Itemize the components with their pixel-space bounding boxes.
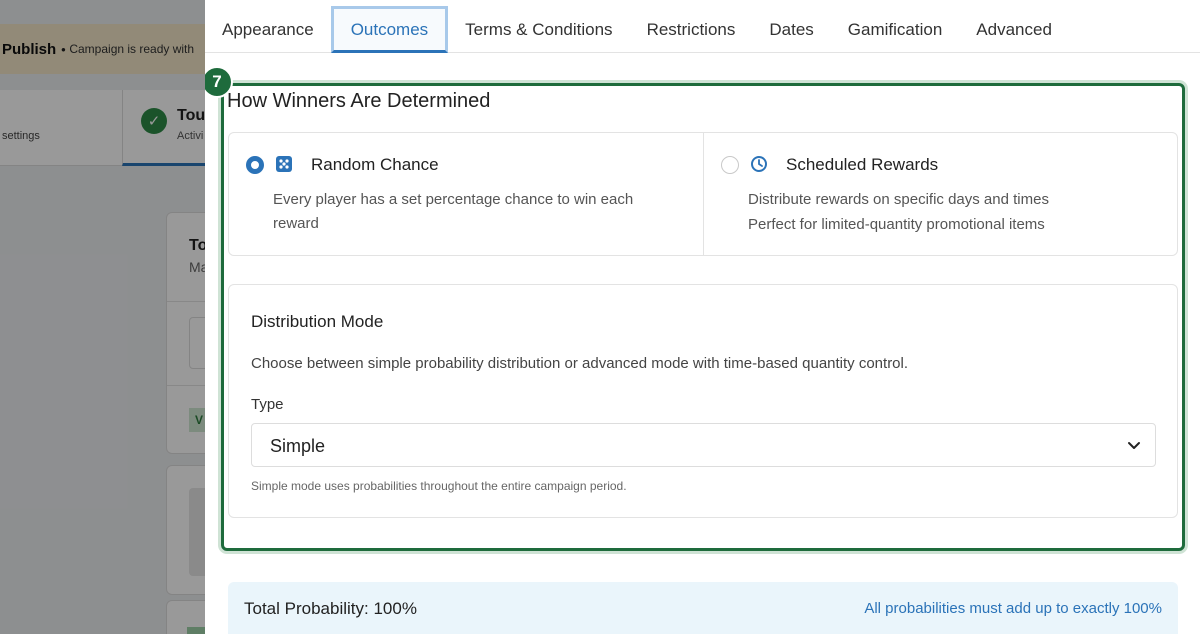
clock-icon — [751, 156, 767, 172]
chevron-down-icon — [1128, 442, 1140, 449]
type-helper-text: Simple mode uses probabilities throughou… — [251, 479, 627, 493]
radio-scheduled-rewards[interactable] — [721, 156, 739, 174]
distribution-title: Distribution Mode — [251, 312, 384, 331]
tab-gamification[interactable]: Gamification — [831, 6, 959, 53]
tab-appearance[interactable]: Appearance — [205, 6, 331, 53]
tab-bar: Appearance Outcomes Terms & Conditions R… — [205, 6, 1200, 53]
tab-terms-conditions[interactable]: Terms & Conditions — [448, 6, 629, 53]
option-title: Scheduled Rewards — [786, 155, 939, 174]
option-random-chance[interactable]: Random Chance Every player has a set per… — [229, 133, 703, 255]
total-probability-note: All probabilities must add up to exactly… — [864, 600, 1162, 617]
option-description: Distribute rewards on specific days and … — [748, 191, 1049, 208]
option-description: Every player has a set percentage chance… — [273, 191, 634, 232]
tab-advanced[interactable]: Advanced — [959, 6, 1069, 53]
type-label: Type — [251, 396, 284, 413]
section-title: How Winners Are Determined — [227, 90, 491, 112]
tab-outcomes[interactable]: Outcomes — [330, 6, 449, 53]
type-select-value: Simple — [270, 436, 326, 456]
dice-icon — [276, 156, 292, 172]
tab-restrictions[interactable]: Restrictions — [630, 6, 753, 53]
settings-panel: Appearance Outcomes Terms & Conditions R… — [205, 0, 1200, 634]
option-description-secondary: Perfect for limited-quantity promotional… — [748, 216, 1045, 233]
option-title: Random Chance — [311, 155, 439, 174]
tab-dates[interactable]: Dates — [752, 6, 830, 53]
distribution-description: Choose between simple probability distri… — [251, 355, 909, 372]
winner-method-options: Random Chance Every player has a set per… — [228, 132, 1178, 256]
total-probability-bar: Total Probability: 100% All probabilitie… — [228, 582, 1178, 634]
radio-random-chance[interactable] — [246, 156, 264, 174]
distribution-mode-card: Distribution Mode Choose between simple … — [228, 284, 1178, 518]
option-scheduled-rewards[interactable]: Scheduled Rewards Distribute rewards on … — [703, 133, 1177, 255]
total-probability-label: Total Probability: 100% — [244, 599, 417, 618]
type-select[interactable]: Simple — [251, 423, 1156, 467]
